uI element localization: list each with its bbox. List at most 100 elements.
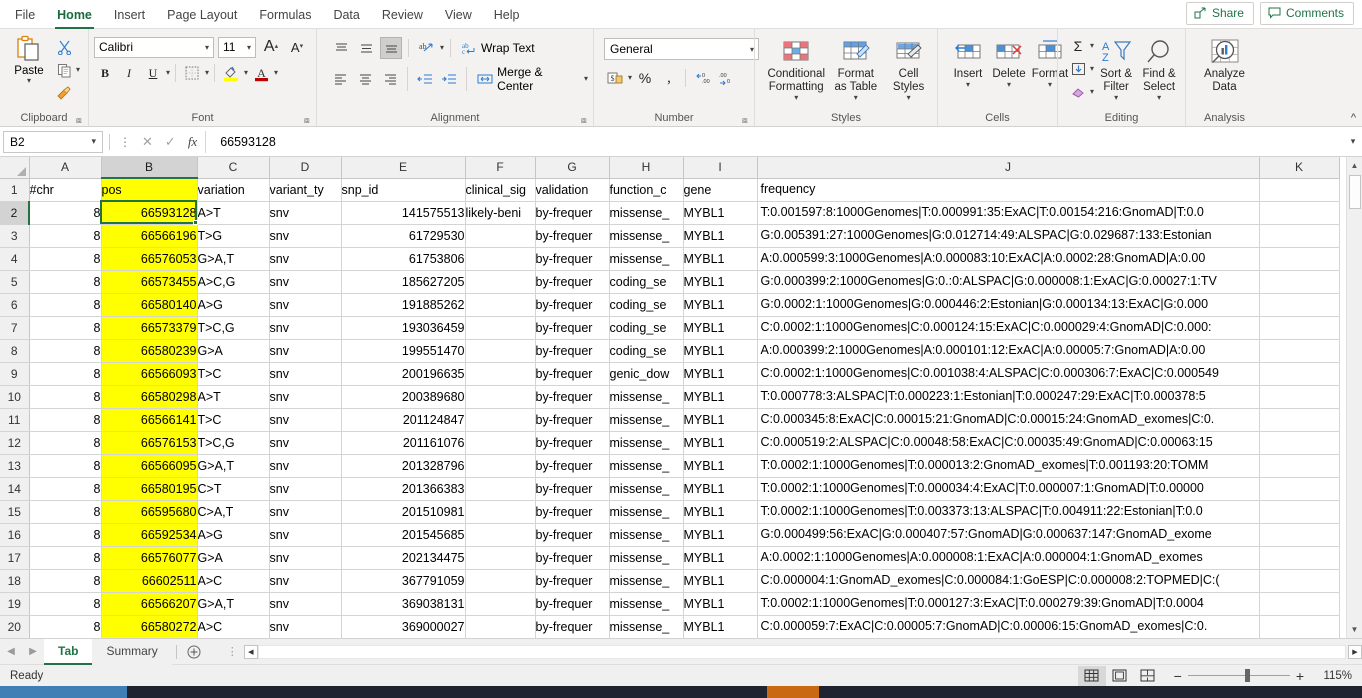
- cell-G10[interactable]: by-frequer: [535, 385, 610, 409]
- cell-B15[interactable]: 66595680: [101, 500, 198, 524]
- cell-G15[interactable]: by-frequer: [535, 500, 610, 524]
- cell-A18[interactable]: 8: [29, 569, 102, 593]
- cell-G14[interactable]: by-frequer: [535, 477, 610, 501]
- cell-D20[interactable]: snv: [269, 615, 342, 638]
- cell-G12[interactable]: by-frequer: [535, 431, 610, 455]
- scroll-right-button[interactable]: ▶: [1348, 644, 1362, 659]
- horizontal-scroll-thumb[interactable]: [257, 644, 1346, 659]
- cell-B5[interactable]: 66573455: [101, 270, 198, 294]
- cell-E9[interactable]: 200196635: [341, 362, 466, 386]
- chevron-down-icon[interactable]: ▾: [628, 74, 632, 82]
- format-painter-button[interactable]: [53, 82, 75, 104]
- fx-icon[interactable]: fx: [188, 134, 197, 150]
- header-cell-I[interactable]: gene: [683, 178, 758, 202]
- cell-A12[interactable]: 8: [29, 431, 102, 455]
- cell-H12[interactable]: missense_: [609, 431, 684, 455]
- table-row[interactable]: 13 8 66566095 G>A,T snv 201328796 by-frequer mi…: [0, 454, 1340, 478]
- column-header-G[interactable]: G: [535, 157, 610, 179]
- cell-C18[interactable]: A>C: [197, 569, 270, 593]
- ribbon-tab-help[interactable]: Help: [483, 2, 531, 29]
- cell-C17[interactable]: G>A: [197, 546, 270, 570]
- align-right-button[interactable]: [379, 68, 401, 90]
- table-row[interactable]: 5 8 66573455 A>C,G snv 185627205 by-frequer cod…: [0, 270, 1340, 294]
- cell-E19[interactable]: 369038131: [341, 592, 466, 616]
- scroll-down-button[interactable]: ▼: [1346, 621, 1362, 638]
- cell-A14[interactable]: 8: [29, 477, 102, 501]
- chevron-down-icon[interactable]: ▾: [1114, 94, 1118, 102]
- cell-A5[interactable]: 8: [29, 270, 102, 294]
- cell-D8[interactable]: snv: [269, 339, 342, 363]
- cell-G16[interactable]: by-frequer: [535, 523, 610, 547]
- cell-D15[interactable]: snv: [269, 500, 342, 524]
- decrease-indent-button[interactable]: [414, 68, 436, 90]
- cell-A16[interactable]: 8: [29, 523, 102, 547]
- row-header-15[interactable]: 15: [0, 500, 30, 524]
- cell-A8[interactable]: 8: [29, 339, 102, 363]
- cell-C12[interactable]: T>C,G: [197, 431, 270, 455]
- cell-B19[interactable]: 66566207: [101, 592, 198, 616]
- cell-J5[interactable]: G:0.000399:2:1000Genomes|G:0.:0:ALSPAC|G…: [757, 270, 1260, 294]
- font-name-select[interactable]: Calibri ▾: [94, 36, 214, 58]
- cell-H9[interactable]: genic_dow: [609, 362, 684, 386]
- column-header-J[interactable]: J: [757, 157, 1260, 179]
- cell-styles-button[interactable]: Cell Styles ▾: [885, 34, 932, 104]
- cell-H7[interactable]: coding_se: [609, 316, 684, 340]
- cell-H20[interactable]: missense_: [609, 615, 684, 638]
- cell-B3[interactable]: 66566196: [101, 224, 198, 248]
- fill-color-button[interactable]: [220, 62, 242, 84]
- number-format-select[interactable]: General ▾: [604, 38, 759, 60]
- row-header-7[interactable]: 7: [0, 316, 30, 340]
- row-header-19[interactable]: 19: [0, 592, 30, 616]
- cell-F15[interactable]: [465, 500, 536, 524]
- cell-A13[interactable]: 8: [29, 454, 102, 478]
- cell-H4[interactable]: missense_: [609, 247, 684, 271]
- insert-cells-button[interactable]: Insert ▾: [949, 34, 987, 91]
- cell-B6[interactable]: 66580140: [101, 293, 198, 317]
- cell-K13[interactable]: [1259, 454, 1340, 478]
- row-header-13[interactable]: 13: [0, 454, 30, 478]
- cell-F16[interactable]: [465, 523, 536, 547]
- ribbon-tab-page-layout[interactable]: Page Layout: [156, 2, 248, 29]
- cell-K16[interactable]: [1259, 523, 1340, 547]
- chevron-down-icon[interactable]: ▾: [1007, 81, 1011, 89]
- cell-I20[interactable]: MYBL1: [683, 615, 758, 638]
- cell-F12[interactable]: [465, 431, 536, 455]
- cell-K11[interactable]: [1259, 408, 1340, 432]
- horizontal-scrollbar[interactable]: ⋮ ◀ ▶: [207, 644, 1362, 659]
- cell-J2[interactable]: T:0.001597:8:1000Genomes|T:0.000991:35:E…: [757, 201, 1260, 225]
- formula-input[interactable]: 66593128: [205, 130, 1344, 153]
- cell-D7[interactable]: snv: [269, 316, 342, 340]
- cell-J15[interactable]: T:0.0002:1:1000Genomes|T:0.003373:13:ALS…: [757, 500, 1260, 524]
- cell-I18[interactable]: MYBL1: [683, 569, 758, 593]
- cell-J7[interactable]: C:0.0002:1:1000Genomes|C:0.000124:15:ExA…: [757, 316, 1260, 340]
- chevron-down-icon[interactable]: ▾: [854, 94, 858, 102]
- cell-J13[interactable]: T:0.0002:1:1000Genomes|T:0.000013:2:Gnom…: [757, 454, 1260, 478]
- cell-F10[interactable]: [465, 385, 536, 409]
- cell-K4[interactable]: [1259, 247, 1340, 271]
- chevron-down-icon[interactable]: ▾: [274, 69, 278, 77]
- cell-D11[interactable]: snv: [269, 408, 342, 432]
- cell-G6[interactable]: by-frequer: [535, 293, 610, 317]
- cell-C10[interactable]: A>T: [197, 385, 270, 409]
- chevron-down-icon[interactable]: ▾: [907, 94, 911, 102]
- cell-H8[interactable]: coding_se: [609, 339, 684, 363]
- column-header-I[interactable]: I: [683, 157, 758, 179]
- cell-H3[interactable]: missense_: [609, 224, 684, 248]
- cell-C11[interactable]: T>C: [197, 408, 270, 432]
- font-color-button[interactable]: A: [250, 62, 272, 84]
- cell-D2[interactable]: snv: [269, 201, 342, 225]
- column-header-D[interactable]: D: [269, 157, 342, 179]
- conditional-formatting-button[interactable]: Conditional Formatting ▾: [766, 34, 826, 104]
- row-header-9[interactable]: 9: [0, 362, 30, 386]
- cell-C16[interactable]: A>G: [197, 523, 270, 547]
- cell-F20[interactable]: [465, 615, 536, 638]
- cell-C5[interactable]: A>C,G: [197, 270, 270, 294]
- cell-I5[interactable]: MYBL1: [683, 270, 758, 294]
- table-row[interactable]: 16 8 66592534 A>G snv 201545685 by-frequer miss…: [0, 523, 1340, 547]
- cell-A7[interactable]: 8: [29, 316, 102, 340]
- table-row[interactable]: 12 8 66576153 T>C,G snv 201161076 by-frequer mi…: [0, 431, 1340, 455]
- cell-E17[interactable]: 202134475: [341, 546, 466, 570]
- cell-H10[interactable]: missense_: [609, 385, 684, 409]
- cell-A4[interactable]: 8: [29, 247, 102, 271]
- cell-G9[interactable]: by-frequer: [535, 362, 610, 386]
